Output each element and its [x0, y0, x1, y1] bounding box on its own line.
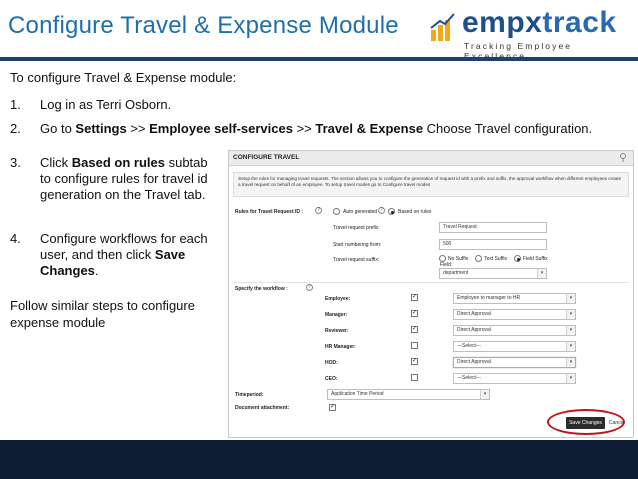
workflow-row-label: CEO:	[325, 376, 338, 382]
help-icon[interactable]: ?	[306, 284, 313, 291]
reviewer-checkbox[interactable]: ✓	[411, 326, 418, 333]
help-icon[interactable]: ?	[378, 207, 385, 214]
step-number: 3.	[10, 155, 21, 170]
attachment-label: Document attachment:	[235, 405, 290, 411]
bar-chart-logo-icon	[430, 13, 455, 41]
workflow-row-label: Manager:	[325, 312, 348, 318]
workflow-select-value: ---Select---	[457, 375, 481, 381]
chevron-down-icon: ▾	[566, 326, 575, 335]
hr-manager-workflow-select[interactable]: ---Select--- ▾	[453, 341, 576, 352]
footer-band	[0, 440, 638, 479]
chevron-down-icon: ▾	[566, 310, 575, 319]
step-number: 1.	[10, 97, 21, 112]
chevron-down-icon: ▾	[566, 374, 575, 383]
employee-checkbox[interactable]: ✓	[411, 294, 418, 301]
logo-word-part2: track	[542, 6, 617, 39]
step-text-prefix: Click	[40, 155, 72, 170]
attachment-checkbox[interactable]: ✓	[329, 404, 336, 411]
intro-text: To configure Travel & Expense module:	[10, 70, 237, 85]
logo-wordmark: empxtrack	[462, 6, 617, 40]
step-3: 3. Click Based on rules subtab to config…	[10, 155, 220, 225]
step-4: 4. Configure workflows for each user, an…	[10, 231, 220, 286]
ceo-workflow-select[interactable]: ---Select--- ▾	[453, 373, 576, 384]
start-number-label: Start numbering from:	[333, 242, 382, 248]
employee-workflow-select[interactable]: Employee to manager to HR ▾	[453, 293, 576, 304]
workflow-row-label: HR Manager:	[325, 344, 356, 350]
step-1: 1. Log in as Terri Osborn.	[10, 97, 630, 115]
panel-header: CONFIGURE TRAVEL	[229, 151, 633, 166]
field-suffix-label: Field Suffix	[523, 256, 548, 262]
ess-menu-ref: Employee self-services	[149, 121, 293, 136]
manager-checkbox[interactable]: ✓	[411, 310, 418, 317]
prefix-label: Travel request prefix:	[333, 225, 380, 231]
text-suffix-label: Text Suffix	[484, 256, 507, 262]
panel-title: CONFIGURE TRAVEL	[233, 154, 300, 161]
hod-workflow-select[interactable]: Direct Approval ▾	[453, 357, 576, 368]
based-on-rules-radio[interactable]	[388, 208, 395, 215]
based-on-rules-ref: Based on rules	[71, 155, 165, 170]
step-text: Log in as Terri Osborn.	[40, 97, 172, 112]
step-text-suffix: Choose Travel configuration.	[423, 121, 593, 136]
text-suffix-radio[interactable]	[475, 255, 482, 262]
empxtrack-logo: empxtrack Tracking Employee Excellence	[430, 6, 630, 61]
step-text-suffix: .	[94, 263, 99, 278]
ceo-checkbox[interactable]	[411, 374, 418, 381]
travel-expense-ref: Travel & Expense	[315, 121, 424, 136]
header-rule	[0, 57, 638, 61]
workflow-select-value: Direct Approval	[457, 327, 491, 333]
hod-checkbox[interactable]: ✓	[411, 358, 418, 365]
step-number: 2.	[10, 121, 21, 136]
path-separator: >>	[292, 121, 316, 136]
rules-label: Rules for Travel Request ID :	[235, 209, 304, 215]
auto-generated-label: Auto generated	[343, 209, 378, 215]
prefix-input[interactable]: Travel Request	[439, 222, 547, 233]
workflow-select-value: Direct Approval	[457, 311, 491, 317]
workflow-label: Specify the workflow :	[235, 286, 288, 292]
workflow-row-label: HOD:	[325, 360, 338, 366]
step-number: 4.	[10, 231, 21, 246]
field-select[interactable]: department ▾	[439, 268, 547, 279]
step-2: 2. Go to Settings >> Employee self-servi…	[10, 121, 630, 139]
auto-generated-radio[interactable]	[333, 208, 340, 215]
suffix-label: Travel request suffix:	[333, 257, 380, 263]
help-icon[interactable]: ?	[315, 207, 322, 214]
pin-icon[interactable]	[619, 153, 627, 162]
settings-menu-ref: Settings	[75, 121, 127, 136]
field-suffix-radio[interactable]	[514, 255, 521, 262]
highlight-circle	[547, 409, 625, 435]
chevron-down-icon: ▾	[537, 269, 546, 278]
timeperiod-value: Application Time Period	[331, 391, 384, 397]
section-divider	[233, 282, 629, 283]
chevron-down-icon: ▾	[480, 390, 489, 399]
follow-note: Follow similar steps to configure expens…	[10, 298, 195, 330]
workflow-select-value: ---Select---	[457, 343, 481, 349]
step-text-prefix: Go to	[40, 121, 76, 136]
timeperiod-select[interactable]: Application Time Period ▾	[327, 389, 490, 400]
start-number-input[interactable]: 500	[439, 239, 547, 250]
workflow-row-label: Reviewer:	[325, 328, 349, 334]
configure-travel-screenshot: CONFIGURE TRAVEL Setup the rules for man…	[228, 150, 634, 438]
hr-manager-checkbox[interactable]	[411, 342, 418, 349]
reviewer-workflow-select[interactable]: Direct Approval ▾	[453, 325, 576, 336]
field-select-value: department	[443, 270, 469, 276]
workflow-select-value: Direct Approval	[457, 359, 491, 365]
step-text: Click Based on rules subtab to configure…	[40, 155, 218, 203]
step-text: Go to Settings >> Employee self-services…	[40, 121, 592, 137]
chevron-down-icon: ▾	[566, 294, 575, 303]
step-text: Configure workflows for each user, and t…	[40, 231, 210, 279]
panel-description: Setup the rules for managing travel requ…	[233, 172, 629, 197]
slide-title: Configure Travel & Expense Module	[8, 12, 399, 39]
workflow-row-label: Employee:	[325, 296, 351, 302]
timeperiod-label: Timeperiod:	[235, 392, 264, 398]
chevron-down-icon: ▾	[566, 342, 575, 351]
manager-workflow-select[interactable]: Direct Approval ▾	[453, 309, 576, 320]
based-on-rules-label: Based on rules	[398, 209, 432, 215]
logo-word-part1: empx	[462, 6, 543, 39]
chevron-down-icon: ▾	[566, 358, 575, 367]
no-suffix-radio[interactable]	[439, 255, 446, 262]
path-separator: >>	[126, 121, 150, 136]
workflow-select-value: Employee to manager to HR	[457, 295, 521, 301]
